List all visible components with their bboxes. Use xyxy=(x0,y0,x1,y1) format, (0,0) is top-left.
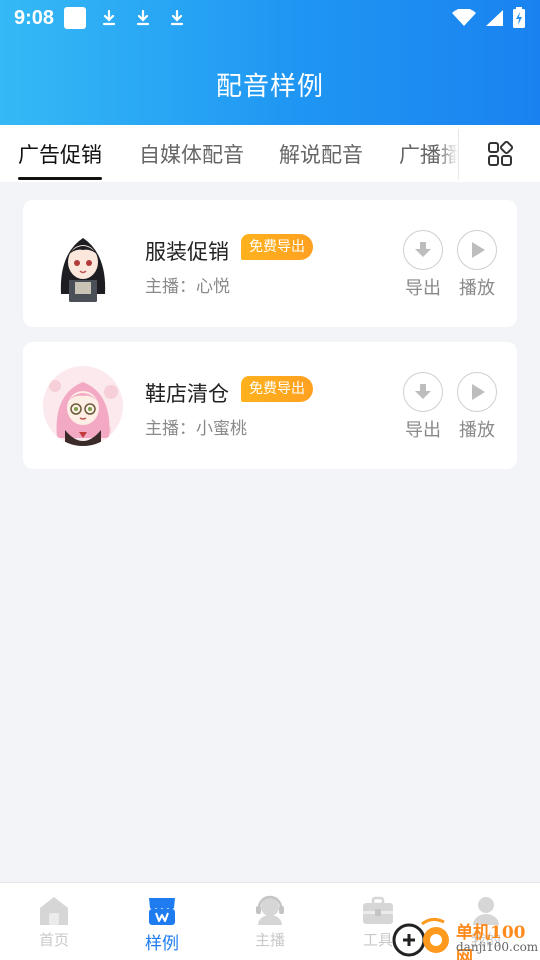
watermark-logo: 单机100网 danji100.com xyxy=(392,916,540,960)
nav-samples-label: 样例 xyxy=(145,934,179,954)
nav-home-label: 首页 xyxy=(38,931,69,949)
export-button[interactable] xyxy=(403,230,443,270)
play-icon xyxy=(472,242,485,258)
signal-icon xyxy=(486,10,503,26)
sample-card[interactable]: 鞋店清仓 免费导出 主播：小蜜桃 导出 播放 xyxy=(23,342,517,469)
grid-apps-button[interactable] xyxy=(458,129,540,179)
tab-indicator xyxy=(18,177,102,180)
status-bar: 9:08 xyxy=(0,0,540,36)
play-button[interactable] xyxy=(457,372,497,412)
nav-anchors-label: 主播 xyxy=(254,931,285,949)
free-export-badge: 免费导出 xyxy=(241,234,313,260)
watermark-url: danji100.com xyxy=(456,940,539,954)
page-title: 配音样例 xyxy=(215,72,324,102)
sample-card[interactable]: 服装促销 免费导出 主播：心悦 导出 播放 xyxy=(23,200,517,327)
tab-commentary[interactable]: 解说配音 xyxy=(279,125,363,182)
battery-charging-icon xyxy=(513,7,525,28)
nav-tools-label: 工具 xyxy=(362,931,393,949)
sample-title: 服装促销 xyxy=(145,240,229,264)
anchor-avatar xyxy=(43,224,123,304)
nav-samples[interactable]: 样例 xyxy=(108,883,216,960)
home-icon xyxy=(40,897,68,925)
tab-self-media[interactable]: 自媒体配音 xyxy=(139,125,244,182)
app-square-icon xyxy=(64,7,87,29)
play-button[interactable] xyxy=(457,230,497,270)
tabs-fade xyxy=(438,125,458,182)
play-label[interactable]: 播放 xyxy=(447,416,507,442)
status-time: 9:08 xyxy=(14,6,55,29)
toolbox-icon xyxy=(363,896,393,924)
tab-ad-promotion[interactable]: 广告促销 xyxy=(18,125,102,182)
anchor-name: 主播：小蜜桃 xyxy=(145,419,247,439)
anchor-avatar xyxy=(43,366,123,446)
headset-person-icon xyxy=(256,895,284,925)
anchor-name: 主播：心悦 xyxy=(145,277,230,297)
status-icons xyxy=(452,7,526,29)
play-label[interactable]: 播放 xyxy=(447,274,507,300)
download-icon xyxy=(166,7,188,29)
shop-icon xyxy=(149,898,175,925)
grid-apps-icon xyxy=(487,141,513,166)
sample-title: 鞋店清仓 xyxy=(145,382,229,406)
download-arrow-icon xyxy=(415,384,431,399)
free-export-badge: 免费导出 xyxy=(241,376,313,402)
wifi-icon xyxy=(452,9,476,26)
download-icon xyxy=(132,7,154,29)
category-tabs: 广告促销 自媒体配音 解说配音 广播播 xyxy=(0,125,540,182)
export-button[interactable] xyxy=(403,372,443,412)
export-label[interactable]: 导出 xyxy=(393,416,453,442)
download-icon xyxy=(98,7,120,29)
download-arrow-icon xyxy=(415,242,431,257)
export-label[interactable]: 导出 xyxy=(393,274,453,300)
nav-home[interactable]: 首页 xyxy=(0,883,108,960)
app-header: 9:08 配音样例 xyxy=(0,0,540,125)
play-icon xyxy=(472,384,485,400)
nav-anchors[interactable]: 主播 xyxy=(216,883,324,960)
